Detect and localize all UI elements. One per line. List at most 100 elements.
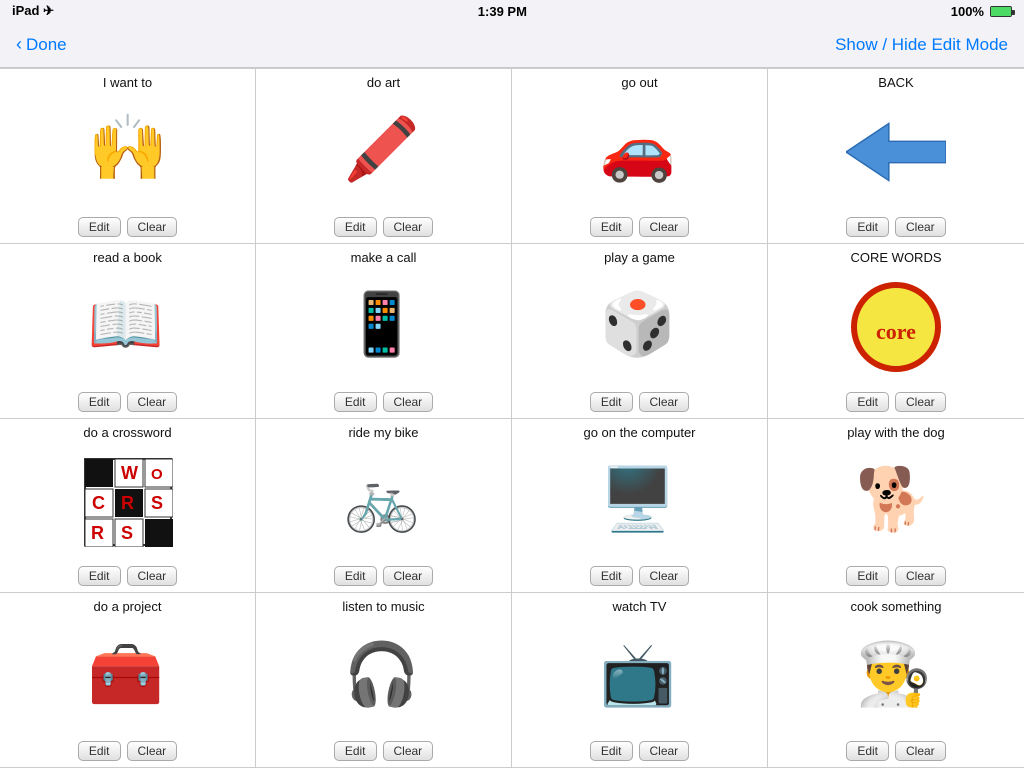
edit-button-back[interactable]: Edit bbox=[846, 217, 889, 237]
clear-button-listen-to-music[interactable]: Clear bbox=[383, 741, 434, 761]
battery-percent: 100% bbox=[951, 4, 984, 19]
cell-label-back: BACK bbox=[772, 75, 1020, 92]
cell-label-watch-tv: watch TV bbox=[516, 599, 763, 616]
edit-button-cook-something[interactable]: Edit bbox=[846, 741, 889, 761]
edit-button-play-a-game[interactable]: Edit bbox=[590, 392, 633, 412]
clear-button-go-on-computer[interactable]: Clear bbox=[639, 566, 690, 586]
edit-button-go-out[interactable]: Edit bbox=[590, 217, 633, 237]
cell-image-ride-my-bike: 🚲 bbox=[260, 442, 507, 563]
edit-button-ride-my-bike[interactable]: Edit bbox=[334, 566, 377, 586]
cell-label-do-a-crossword: do a crossword bbox=[4, 425, 251, 442]
cell-do-a-crossword: do a crossword C W R S S R O EditClear bbox=[0, 419, 256, 594]
edit-button-do-a-crossword[interactable]: Edit bbox=[78, 566, 121, 586]
clear-button-do-art[interactable]: Clear bbox=[383, 217, 434, 237]
cell-go-on-computer: go on the computer 🖥️ EditClear bbox=[512, 419, 768, 594]
cell-buttons-listen-to-music: Edit Clear bbox=[334, 741, 433, 761]
clear-button-play-with-dog[interactable]: Clear bbox=[895, 566, 946, 586]
ipad-label: iPad ✈ bbox=[12, 3, 54, 19]
clear-button-back[interactable]: Clear bbox=[895, 217, 946, 237]
cell-label-play-a-game: play a game bbox=[516, 250, 763, 267]
clear-button-do-a-crossword[interactable]: Clear bbox=[127, 566, 178, 586]
cell-buttons-go-on-computer: Edit Clear bbox=[590, 566, 689, 586]
cell-label-read-a-book: read a book bbox=[4, 250, 251, 267]
cell-label-go-on-computer: go on the computer bbox=[516, 425, 763, 442]
svg-text:S: S bbox=[121, 523, 133, 543]
edit-button-watch-tv[interactable]: Edit bbox=[590, 741, 633, 761]
done-button[interactable]: ‹ Done bbox=[16, 34, 67, 55]
edit-button-read-a-book[interactable]: Edit bbox=[78, 392, 121, 412]
cell-play-a-game: play a game 🎲 Edit Clear bbox=[512, 244, 768, 419]
svg-text:🧰: 🧰 bbox=[87, 640, 163, 708]
cell-make-a-call: make a call 📱 Edit Clear bbox=[256, 244, 512, 419]
cell-image-play-with-dog: 🐕 bbox=[772, 442, 1020, 563]
clear-button-read-a-book[interactable]: Clear bbox=[127, 392, 178, 412]
edit-button-go-on-computer[interactable]: Edit bbox=[590, 566, 633, 586]
cell-core-words: CORE WORDS core EditClear bbox=[768, 244, 1024, 419]
svg-text:📱: 📱 bbox=[343, 289, 419, 359]
cell-image-read-a-book: 📖 bbox=[4, 267, 251, 388]
clear-button-ride-my-bike[interactable]: Clear bbox=[383, 566, 434, 586]
done-label: Done bbox=[26, 35, 67, 55]
clear-button-make-a-call[interactable]: Clear bbox=[383, 392, 434, 412]
status-bar: iPad ✈ 1:39 PM 100% bbox=[0, 0, 1024, 22]
status-bar-right: 100% bbox=[951, 4, 1012, 19]
clear-button-play-a-game[interactable]: Clear bbox=[639, 392, 690, 412]
cell-play-with-dog: play with the dog 🐕 Edit Clear bbox=[768, 419, 1024, 594]
cell-buttons-ride-my-bike: Edit Clear bbox=[334, 566, 433, 586]
edit-button-i-want-to[interactable]: Edit bbox=[78, 217, 121, 237]
cell-cook-something: cook something 👨‍🍳 EditClear bbox=[768, 593, 1024, 768]
cell-buttons-back: Edit Clear bbox=[846, 217, 945, 237]
svg-text:📺: 📺 bbox=[599, 640, 675, 709]
cell-watch-tv: watch TV 📺 Edit Clear bbox=[512, 593, 768, 768]
svg-text:🎧: 🎧 bbox=[343, 639, 419, 709]
edit-button-do-art[interactable]: Edit bbox=[334, 217, 377, 237]
edit-button-core-words[interactable]: Edit bbox=[846, 392, 889, 412]
cell-buttons-i-want-to: Edit Clear bbox=[78, 217, 177, 237]
cell-image-do-a-project: 🧰 bbox=[4, 616, 251, 737]
clear-button-watch-tv[interactable]: Clear bbox=[639, 741, 690, 761]
show-hide-button[interactable]: Show / Hide Edit Mode bbox=[835, 35, 1008, 55]
cell-label-play-with-dog: play with the dog bbox=[772, 425, 1020, 442]
cell-back: BACK Edit Clear bbox=[768, 69, 1024, 244]
cell-image-do-art: 🖍️ bbox=[260, 92, 507, 213]
cell-go-out: go out 🚗 Edit Clear bbox=[512, 69, 768, 244]
cell-ride-my-bike: ride my bike 🚲 EditClear bbox=[256, 419, 512, 594]
svg-text:📖: 📖 bbox=[87, 290, 163, 358]
clear-button-cook-something[interactable]: Clear bbox=[895, 741, 946, 761]
cell-buttons-play-a-game: Edit Clear bbox=[590, 392, 689, 412]
cell-image-make-a-call: 📱 bbox=[260, 267, 507, 388]
edit-button-make-a-call[interactable]: Edit bbox=[334, 392, 377, 412]
clear-button-i-want-to[interactable]: Clear bbox=[127, 217, 178, 237]
clear-button-go-out[interactable]: Clear bbox=[639, 217, 690, 237]
cell-label-listen-to-music: listen to music bbox=[260, 599, 507, 616]
cell-image-back bbox=[772, 92, 1020, 213]
edit-button-play-with-dog[interactable]: Edit bbox=[846, 566, 889, 586]
cell-image-cook-something: 👨‍🍳 bbox=[772, 616, 1020, 737]
svg-text:🚗: 🚗 bbox=[599, 115, 675, 184]
svg-text:core: core bbox=[876, 319, 916, 344]
svg-text:S: S bbox=[151, 493, 163, 513]
back-chevron-icon: ‹ bbox=[16, 34, 22, 55]
cell-image-watch-tv: 📺 bbox=[516, 616, 763, 737]
cell-buttons-make-a-call: Edit Clear bbox=[334, 392, 433, 412]
battery-icon bbox=[990, 6, 1012, 17]
edit-button-do-a-project[interactable]: Edit bbox=[78, 741, 121, 761]
svg-text:R: R bbox=[121, 493, 134, 513]
svg-text:🎲: 🎲 bbox=[599, 289, 675, 359]
cell-label-go-out: go out bbox=[516, 75, 763, 92]
cell-label-i-want-to: I want to bbox=[4, 75, 251, 92]
edit-button-listen-to-music[interactable]: Edit bbox=[334, 741, 377, 761]
clear-button-core-words[interactable]: Clear bbox=[895, 392, 946, 412]
svg-text:C: C bbox=[92, 493, 105, 513]
cell-do-art: do art 🖍️ EditClear bbox=[256, 69, 512, 244]
cell-label-make-a-call: make a call bbox=[260, 250, 507, 267]
cell-buttons-read-a-book: Edit Clear bbox=[78, 392, 177, 412]
cell-buttons-core-words: Edit Clear bbox=[846, 392, 945, 412]
cell-i-want-to: I want to 🙌 EditClear bbox=[0, 69, 256, 244]
cell-image-play-a-game: 🎲 bbox=[516, 267, 763, 388]
clear-button-do-a-project[interactable]: Clear bbox=[127, 741, 178, 761]
svg-text:W: W bbox=[121, 463, 138, 483]
svg-text:R: R bbox=[91, 523, 104, 543]
cell-buttons-do-art: Edit Clear bbox=[334, 217, 433, 237]
svg-text:🐕: 🐕 bbox=[856, 464, 932, 534]
